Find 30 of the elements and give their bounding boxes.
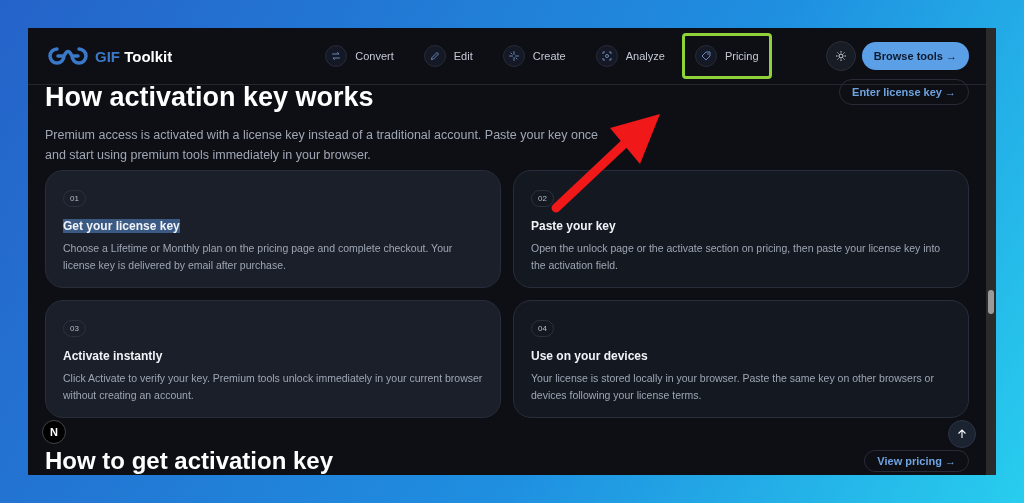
scrollbar-thumb[interactable] <box>988 290 994 314</box>
theme-toggle-button[interactable] <box>825 41 856 71</box>
scroll-top-button[interactable] <box>948 420 976 448</box>
nav-icon <box>325 45 348 67</box>
step-description: Choose a Lifetime or Monthly plan on the pricing page and complete checkout. Your license key is delivered by email after purchase. <box>63 241 454 274</box>
step-title: Paste your key <box>531 219 616 234</box>
dev-badge[interactable]: N <box>42 420 66 444</box>
step-title: Use on your devices <box>531 349 648 364</box>
nav-link[interactable]: Create <box>489 33 579 79</box>
intro-text: Premium access is activated with a license key instead of a traditional account. Paste your key once and start using premium tools immediately in your browser. <box>45 127 600 165</box>
section-heading: How to get activation key <box>45 448 334 475</box>
nav-link[interactable]: Pricing <box>681 33 772 79</box>
nav-icon <box>423 45 446 67</box>
step-title: Activate instantly <box>63 349 163 364</box>
sun-icon <box>834 50 847 62</box>
nav-icon <box>502 45 525 67</box>
browse-tools-button[interactable]: Browse tools → <box>861 42 969 70</box>
brand-name[interactable]: GIF Toolkit <box>95 47 173 65</box>
nav-link[interactable]: Edit <box>410 33 486 79</box>
nav-link[interactable]: Analyze <box>582 33 678 79</box>
step-description: Your license is stored locally in your browser. Paste the same key on other browsers or devices following your license terms. <box>531 371 935 404</box>
nav-link[interactable]: Convert <box>312 33 407 79</box>
step-title: Get your license key <box>63 219 180 234</box>
logo-icon <box>45 45 91 67</box>
nav-icon <box>595 45 618 67</box>
nav-icon <box>694 45 717 67</box>
arrow-up-icon <box>956 428 968 440</box>
step-description: Open the unlock page or the activate section on pricing, then paste your license key into the activation field. <box>531 241 942 274</box>
section-heading: How activation key works <box>45 81 374 114</box>
step-description: Click Activate to verify your key. Premium tools unlock immediately in your current browser without creating an account. <box>63 371 483 404</box>
